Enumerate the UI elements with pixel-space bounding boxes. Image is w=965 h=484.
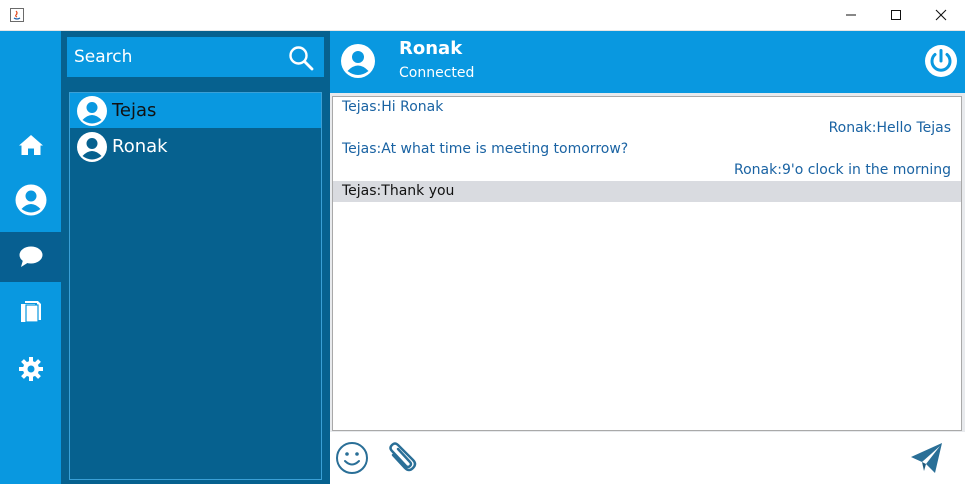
chat-icon — [19, 246, 42, 267]
nav-item-settings[interactable] — [0, 344, 61, 394]
chat-header: Ronak Connected — [330, 31, 965, 93]
contact-list: Tejas Ronak — [69, 92, 322, 480]
settings-icon — [18, 357, 43, 381]
nav-item-profile[interactable] — [0, 175, 61, 225]
home-icon — [18, 135, 43, 155]
files-icon — [20, 301, 41, 323]
search-box — [67, 37, 324, 77]
contact-item-tejas[interactable]: Tejas — [70, 93, 321, 128]
avatar-icon — [77, 95, 107, 126]
chat-contact-name: Ronak — [399, 38, 463, 59]
power-icon[interactable] — [924, 44, 958, 78]
message-item: Ronak:9'o clock in the morning — [734, 162, 951, 178]
emoji-icon[interactable] — [335, 441, 369, 475]
chat-connection-status: Connected — [399, 65, 475, 81]
message-list: Tejas:Hi Ronak Ronak:Hello Tejas Tejas:A… — [332, 96, 962, 431]
nav-item-home[interactable] — [0, 120, 61, 170]
minimize-icon — [846, 14, 856, 16]
contact-name: Tejas — [112, 100, 157, 121]
paperclip-icon[interactable] — [384, 441, 418, 475]
message-item: Tejas:Hi Ronak — [342, 99, 444, 115]
message-item-selected[interactable]: Tejas:Thank you — [333, 181, 961, 202]
chat-area: Tejas:Hi Ronak Ronak:Hello Tejas Tejas:A… — [330, 93, 965, 484]
contact-name: Ronak — [112, 136, 168, 157]
composer-bar — [330, 432, 965, 484]
contact-item-ronak[interactable]: Ronak — [70, 129, 321, 164]
java-app-icon — [10, 8, 24, 22]
send-icon[interactable] — [909, 442, 943, 474]
avatar-icon — [341, 44, 375, 78]
minimize-button[interactable] — [828, 0, 874, 30]
maximize-icon — [891, 10, 901, 20]
message-item: Ronak:Hello Tejas — [828, 120, 951, 136]
maximize-button[interactable] — [873, 0, 919, 30]
message-item: Tejas:At what time is meeting tomorrow? — [342, 141, 629, 157]
contacts-panel: Tejas Ronak — [61, 31, 330, 484]
close-icon — [935, 9, 947, 21]
sidebar-nav — [0, 31, 61, 484]
nav-item-files[interactable] — [0, 288, 61, 338]
window-titlebar — [0, 0, 965, 31]
profile-icon — [15, 184, 46, 216]
close-button[interactable] — [918, 0, 964, 30]
search-icon[interactable] — [288, 45, 314, 71]
search-input[interactable] — [67, 37, 282, 77]
avatar-icon — [77, 131, 107, 162]
nav-item-chat[interactable] — [0, 232, 61, 282]
